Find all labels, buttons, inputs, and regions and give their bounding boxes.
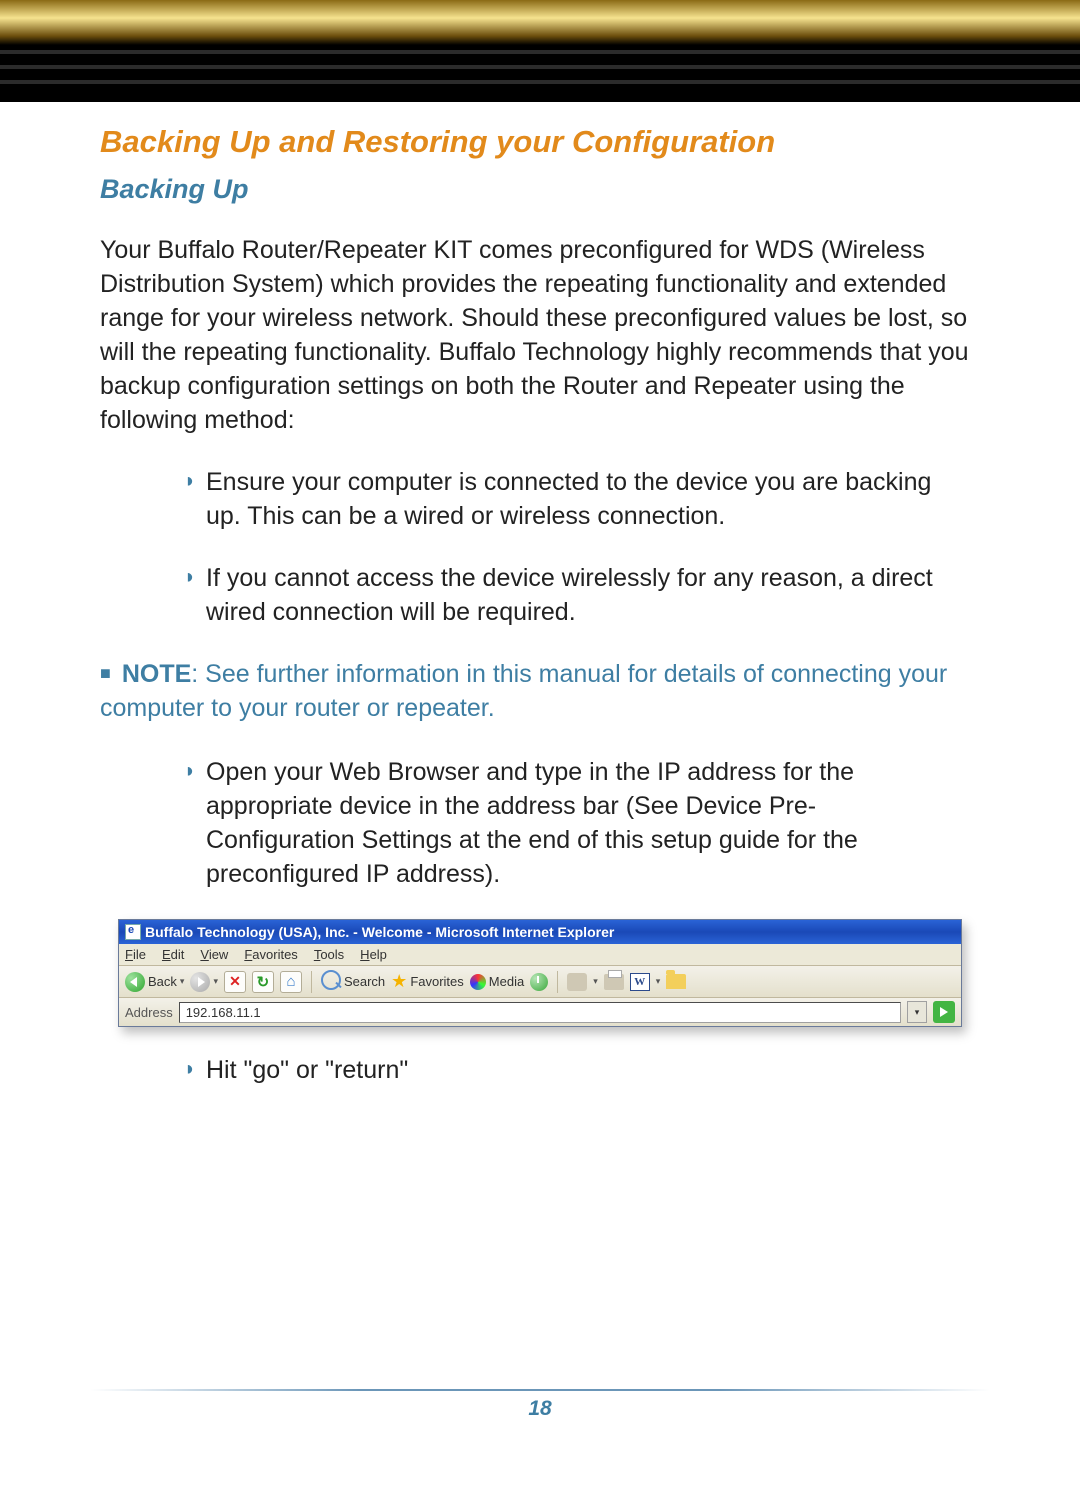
home-button[interactable]: ⌂ bbox=[280, 971, 302, 993]
go-button[interactable] bbox=[933, 1001, 955, 1023]
bullet-text: Open your Web Browser and type in the IP… bbox=[196, 755, 988, 891]
back-label: Back bbox=[148, 974, 177, 989]
media-icon bbox=[470, 974, 486, 990]
section-subtitle: Backing Up bbox=[100, 174, 988, 205]
browser-menu-bar[interactable]: File Edit View Favorites Tools Help bbox=[119, 944, 961, 966]
list-item: ◗ Hit "go" or "return" bbox=[100, 1053, 988, 1087]
bullet-icon: ◗ bbox=[100, 755, 196, 783]
media-label: Media bbox=[489, 974, 524, 989]
intro-paragraph: Your Buffalo Router/Repeater KIT comes p… bbox=[100, 233, 988, 437]
browser-toolbar: Back ▾ ▾ ✕ ↻ ⌂ Search bbox=[119, 966, 961, 998]
menu-edit[interactable]: Edit bbox=[162, 947, 184, 962]
back-arrow-icon bbox=[125, 972, 145, 992]
back-button[interactable]: Back ▾ bbox=[125, 972, 184, 992]
forward-arrow-icon bbox=[190, 972, 210, 992]
chevron-down-icon[interactable]: ▾ bbox=[213, 976, 218, 987]
address-label: Address bbox=[125, 1005, 173, 1020]
address-input[interactable]: 192.168.11.1 bbox=[179, 1002, 901, 1023]
menu-view[interactable]: View bbox=[200, 947, 228, 962]
page-number: 18 bbox=[528, 1397, 551, 1420]
page-title: Backing Up and Restoring your Configurat… bbox=[100, 124, 988, 160]
footer-rule bbox=[90, 1389, 990, 1391]
note-label: NOTE bbox=[122, 660, 191, 688]
chevron-down-icon[interactable]: ▾ bbox=[593, 976, 598, 987]
note-text: : See further information in this manual… bbox=[100, 660, 947, 722]
bullet-group-1: ◗ Ensure your computer is connected to t… bbox=[100, 465, 988, 629]
note-paragraph: ■ NOTE: See further information in this … bbox=[100, 657, 988, 725]
list-item: ◗ Open your Web Browser and type in the … bbox=[100, 755, 988, 891]
mail-button[interactable] bbox=[567, 973, 587, 991]
separator bbox=[311, 971, 312, 993]
browser-titlebar: Buffalo Technology (USA), Inc. - Welcome… bbox=[119, 920, 961, 944]
star-icon: ★ bbox=[391, 971, 407, 992]
bullet-icon: ◗ bbox=[100, 1053, 196, 1081]
bullet-icon: ◗ bbox=[100, 465, 196, 493]
bullet-icon: ◗ bbox=[100, 561, 196, 589]
forward-button[interactable]: ▾ bbox=[190, 972, 218, 992]
menu-tools[interactable]: Tools bbox=[314, 947, 344, 962]
folder-button[interactable] bbox=[666, 974, 686, 989]
address-dropdown-icon[interactable]: ▾ bbox=[907, 1001, 927, 1023]
list-item: ◗ Ensure your computer is connected to t… bbox=[100, 465, 988, 533]
document-header-band bbox=[0, 0, 1080, 102]
list-item: ◗ If you cannot access the device wirele… bbox=[100, 561, 988, 629]
browser-address-bar: Address 192.168.11.1 ▾ bbox=[119, 998, 961, 1026]
bullet-text: If you cannot access the device wireless… bbox=[196, 561, 988, 629]
print-button[interactable] bbox=[604, 974, 624, 990]
note-square-icon: ■ bbox=[100, 663, 111, 683]
bullet-group-3: ◗ Hit "go" or "return" bbox=[100, 1053, 988, 1087]
bullet-group-2: ◗ Open your Web Browser and type in the … bbox=[100, 755, 988, 891]
search-label: Search bbox=[344, 974, 385, 989]
search-button[interactable]: Search bbox=[321, 970, 385, 993]
bullet-text: Ensure your computer is connected to the… bbox=[196, 465, 988, 533]
history-button[interactable] bbox=[530, 973, 548, 991]
separator bbox=[557, 971, 558, 993]
menu-help[interactable]: Help bbox=[360, 947, 387, 962]
bullet-text: Hit "go" or "return" bbox=[196, 1053, 988, 1087]
menu-file[interactable]: File bbox=[125, 947, 146, 962]
chevron-down-icon[interactable]: ▾ bbox=[180, 976, 185, 987]
page-footer: 18 bbox=[90, 1389, 990, 1421]
word-edit-button[interactable]: W bbox=[630, 973, 650, 991]
menu-favorites[interactable]: Favorites bbox=[244, 947, 297, 962]
favorites-label: Favorites bbox=[410, 974, 463, 989]
refresh-button[interactable]: ↻ bbox=[252, 971, 274, 993]
browser-screenshot: Buffalo Technology (USA), Inc. - Welcome… bbox=[118, 919, 960, 1027]
ie-logo-icon bbox=[125, 924, 141, 940]
favorites-button[interactable]: ★ Favorites bbox=[391, 971, 464, 992]
browser-title-text: Buffalo Technology (USA), Inc. - Welcome… bbox=[145, 924, 614, 940]
media-button[interactable]: Media bbox=[470, 974, 524, 990]
chevron-down-icon[interactable]: ▾ bbox=[656, 976, 661, 987]
search-icon bbox=[321, 970, 341, 993]
stop-button[interactable]: ✕ bbox=[224, 971, 246, 993]
